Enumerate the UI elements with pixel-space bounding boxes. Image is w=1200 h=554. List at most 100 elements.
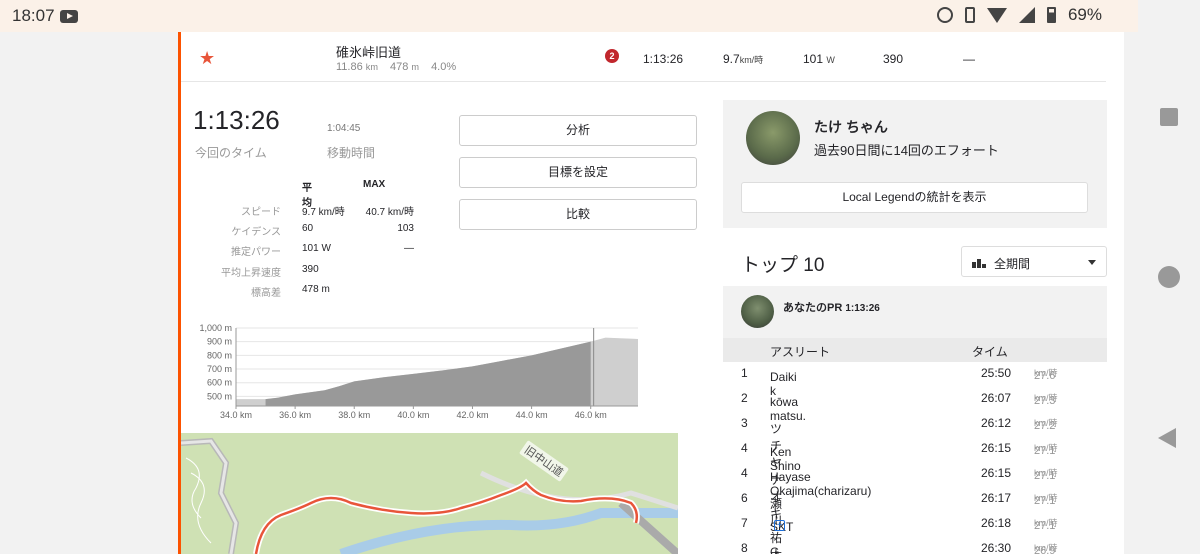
effort-speed: 27.1 km/時 <box>1034 493 1058 507</box>
y-tick-label: 700 m <box>207 364 232 374</box>
segment-distance: 11.86 km <box>336 61 378 73</box>
battery-icon <box>1046 7 1056 23</box>
stat-label: ケイデンス <box>231 227 281 238</box>
segment-grade: 4.0% <box>431 61 457 73</box>
stat-label: スピード <box>241 207 281 218</box>
rank-badge: 2 <box>605 49 619 63</box>
stats-row: ケイデンス 60 103 <box>181 223 421 243</box>
rank: 4 <box>741 441 748 455</box>
effort-time: 26:15 <box>980 441 1011 455</box>
period-select[interactable]: 全期間 <box>961 246 1107 277</box>
stat-avg: 390 <box>302 264 319 275</box>
route-map[interactable]: 旧中山道 <box>181 433 678 554</box>
local-legend-name[interactable]: たけ ちゃん <box>814 117 888 137</box>
stat-avg: 9.7 km/時 <box>302 207 345 218</box>
x-tick-label: 46.0 km <box>575 410 607 420</box>
x-tick-label: 38.0 km <box>338 410 370 420</box>
y-tick-label: 600 m <box>207 378 232 388</box>
segment-details: 11.86 km 478 m 4.0% <box>336 61 456 73</box>
stat-label: 標高差 <box>251 288 281 299</box>
elevation-chart[interactable]: 1,000 m 900 m 800 m 700 m 600 m 500 m 34.0 km 3… <box>181 320 651 420</box>
segment-hr: — <box>963 52 975 66</box>
stat-max: 103 <box>397 223 414 234</box>
y-tick-label: 1,000 m <box>199 323 232 333</box>
map-canvas <box>181 433 678 554</box>
effort-speed: 27.1 km/時 <box>1034 468 1058 482</box>
segment-elevation: 478 m <box>390 61 420 73</box>
stat-max: — <box>404 243 414 254</box>
table-row[interactable]: 7 SKT +26:18 27.1 km/時 <box>723 512 1107 537</box>
leaderboard-title: トップ 10 <box>741 255 825 276</box>
max-header: MAX <box>363 179 386 190</box>
stat-avg: 478 m <box>302 284 330 295</box>
segment-row[interactable]: ★ 碓氷峠旧道 11.86 km 478 m 4.0% 2 1:13:26 9.… <box>181 32 1106 82</box>
status-bar: 18:07 69% <box>0 0 1138 32</box>
rank: 4 <box>741 466 748 480</box>
x-tick-label: 42.0 km <box>456 410 488 420</box>
effort-time: 26:12 <box>980 416 1011 430</box>
rank: 3 <box>741 416 748 430</box>
your-pr-text: あなたのPR 1:13:26 <box>783 302 880 314</box>
segment-name[interactable]: 碓氷峠旧道 <box>336 42 401 61</box>
signal-icon <box>1018 7 1035 23</box>
segment-effort-panel: ★ 碓氷峠旧道 11.86 km 478 m 4.0% 2 1:13:26 9.… <box>178 32 1124 554</box>
rank: 6 <box>741 491 748 505</box>
back-button[interactable] <box>1158 428 1176 448</box>
effort-time: 26:30 <box>980 541 1011 554</box>
segment-vam: 390 <box>883 52 904 66</box>
effort-time: 26:17 <box>980 491 1011 505</box>
segment-elevation-area <box>265 341 591 406</box>
stat-max: 40.7 km/時 <box>365 207 414 218</box>
effort-time: 26:07 <box>980 391 1011 405</box>
effort-time: 26:18 <box>980 516 1011 530</box>
effort-time: 25:50 <box>980 366 1011 380</box>
segment-time: 1:13:26 <box>643 52 684 66</box>
wifi-icon <box>986 7 1007 23</box>
time-column-header: タイム <box>972 345 1008 359</box>
battery-percent: 69% <box>1067 5 1102 24</box>
period-label: 全期間 <box>994 257 1031 271</box>
table-row[interactable]: 2 kōwa matsu. 26:07 27.3 km/時 <box>723 387 1107 423</box>
stat-avg: 60 <box>302 223 314 234</box>
effort-speed: 27.6 km/時 <box>1034 368 1058 382</box>
table-row[interactable]: 6瀬川 祐太26:1727.1 km/時 <box>723 487 1107 554</box>
segment-power: 101 W <box>803 52 835 66</box>
segment-speed: 9.7km/時 <box>723 52 764 66</box>
x-tick-label: 36.0 km <box>279 410 311 420</box>
rank: 1 <box>741 366 748 380</box>
table-row[interactable]: 8G Totsuka26:3026.9 km/時 <box>723 537 1107 554</box>
stat-label: 推定パワー <box>231 247 281 258</box>
local-legend-subtitle: 過去90日間に14回のエフォート <box>814 143 999 158</box>
effort-speed: 27.3 km/時 <box>1034 393 1058 407</box>
effort-speed: 26.9 km/時 <box>1034 543 1058 554</box>
stat-label: 平均上昇速度 <box>221 268 281 279</box>
stat-avg: 101 W <box>302 243 331 254</box>
bar-chart-icon <box>972 259 986 268</box>
home-button[interactable] <box>1158 266 1180 288</box>
analyze-button[interactable]: 分析 <box>459 115 697 146</box>
set-goal-button[interactable]: 目標を設定 <box>459 157 697 188</box>
your-pr-row[interactable]: あなたのPR 1:13:26 <box>723 286 1107 338</box>
avatar[interactable] <box>746 111 800 165</box>
stats-row: 平均上昇速度 390 <box>181 264 421 284</box>
table-row[interactable]: 4 Hayase Okajima(charizaru) 26:15 27.1 km/時 <box>723 462 1107 498</box>
compare-button[interactable]: 比較 <box>459 199 697 230</box>
stats-row: 標高差 478 m <box>181 284 421 304</box>
y-tick-label: 800 m <box>207 350 232 360</box>
effort-speed: 27.1 km/時 <box>1034 443 1058 457</box>
local-legend-stats-button[interactable]: Local Legendの統計を表示 <box>741 182 1088 213</box>
table-row[interactable]: 4 Ken Shino 26:15 27.1 km/時 <box>723 437 1107 473</box>
elapsed-time: 1:13:26 <box>193 105 280 135</box>
stats-row: 推定パワー 101 W — <box>181 243 421 263</box>
x-tick-label: 34.0 km <box>220 410 252 420</box>
local-legend-card: たけ ちゃん 過去90日間に14回のエフォート Local Legendの統計を… <box>723 100 1107 228</box>
rank: 8 <box>741 541 748 554</box>
table-row[interactable]: 1 Daiki k 25:50 27.6 km/時 <box>723 362 1107 398</box>
elapsed-time-label: 今回のタイム <box>195 146 267 160</box>
recents-button[interactable] <box>1160 108 1178 126</box>
table-row[interactable]: 3 ツチヤ ナオキ 26:12 27.2 km/時 <box>723 412 1107 521</box>
star-icon[interactable]: ★ <box>199 48 215 69</box>
y-tick-label: 500 m <box>207 391 232 401</box>
clock: 18:07 <box>12 6 55 25</box>
subscriber-icon: + <box>774 520 785 531</box>
